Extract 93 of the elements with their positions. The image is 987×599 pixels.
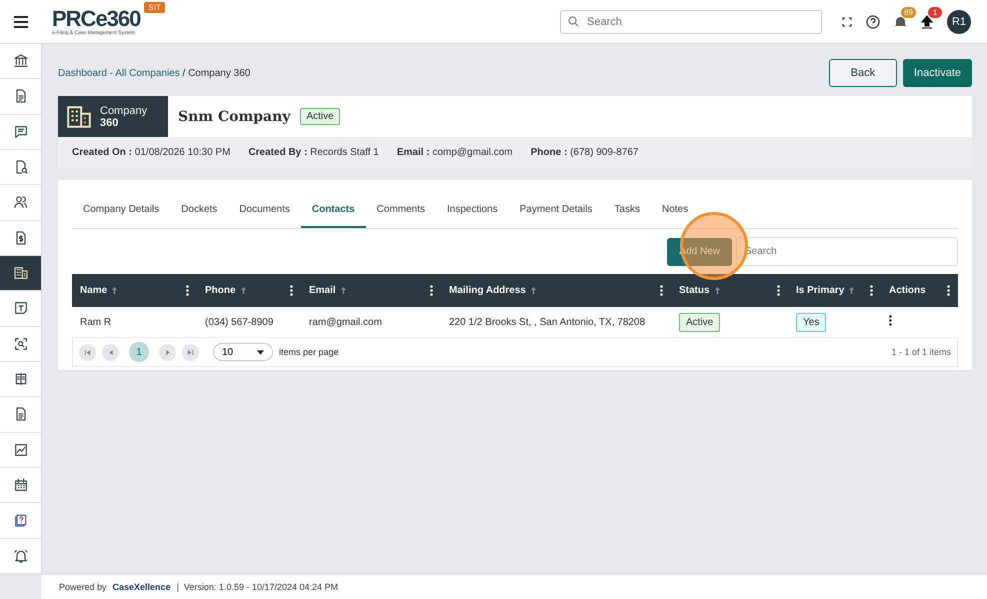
meta-field: Phone : (678) 909-8767 <box>530 147 638 158</box>
people-icon <box>12 194 28 210</box>
column-menu-icon[interactable] <box>947 285 950 296</box>
menu-icon[interactable] <box>13 16 29 28</box>
scan-icon <box>12 336 28 352</box>
column-menu-icon[interactable] <box>186 285 189 296</box>
column-header[interactable]: Mailing Address <box>449 285 526 296</box>
bell-icon <box>12 548 28 564</box>
column-menu-icon[interactable] <box>290 285 293 296</box>
tab[interactable]: Comments <box>366 192 436 228</box>
building-icon <box>12 265 28 282</box>
previous-page-button[interactable] <box>102 344 119 360</box>
column-header[interactable]: Actions <box>889 285 926 296</box>
status-tag: Active <box>300 108 340 125</box>
sort-arrow-icon[interactable] <box>240 287 246 294</box>
chat-icon <box>12 124 28 140</box>
table-cell: (034) 567-8909 <box>197 307 301 338</box>
tab[interactable]: Documents <box>228 192 301 228</box>
meta-field: Created On : 01/08/2026 10:30 PM <box>72 147 230 158</box>
search-field[interactable]: Search <box>560 10 822 34</box>
first-page-icon <box>84 348 91 356</box>
caret-icon <box>257 350 264 354</box>
column-header[interactable]: Name <box>80 285 108 296</box>
column-menu-icon[interactable] <box>430 285 433 296</box>
back-button[interactable]: Back <box>828 59 897 87</box>
sidebar-item[interactable] <box>0 326 41 362</box>
badge-number: 360 <box>100 116 120 128</box>
calendar-icon <box>12 477 28 494</box>
sidebar-item[interactable] <box>0 538 41 574</box>
environment-badge: SIT <box>144 2 165 12</box>
meta-field: Email : comp@gmail.com <box>396 147 513 158</box>
page-size-dropdown[interactable]: 10 <box>213 343 273 361</box>
tab[interactable]: Payment Details <box>508 192 604 228</box>
status-tag: Active <box>679 312 720 332</box>
primary-tag: Yes <box>796 312 826 332</box>
tab[interactable]: Notes <box>650 192 700 228</box>
column-menu-icon[interactable] <box>660 285 663 296</box>
logo: PRCe360 <box>52 8 140 30</box>
table-cell: ram@gmail.com <box>301 307 441 338</box>
company-name: Snm Company <box>178 108 290 124</box>
help-icon[interactable] <box>866 14 880 28</box>
row-menu-icon[interactable] <box>889 315 892 326</box>
brand-name: CaseXellence <box>112 582 171 592</box>
table-cell: 220 1/2 Brooks St, , San Antonio, TX, 78208 <box>441 307 671 338</box>
note-icon <box>12 300 28 316</box>
last-page-button[interactable] <box>182 344 199 360</box>
tab[interactable]: Contacts <box>300 192 366 228</box>
column-header[interactable]: Is Primary <box>796 285 844 296</box>
chart-icon <box>12 442 28 458</box>
last-page-icon <box>187 348 194 356</box>
upload-icon[interactable] <box>921 14 933 28</box>
sidebar-item[interactable] <box>0 220 41 256</box>
sidebar-item[interactable] <box>0 114 41 150</box>
sort-arrow-icon[interactable] <box>112 287 118 294</box>
tab[interactable]: Company Details <box>72 192 170 228</box>
bank-icon <box>12 53 28 70</box>
column-menu-icon[interactable] <box>870 285 873 296</box>
bell-icon[interactable] <box>894 14 907 28</box>
tab[interactable]: Dockets <box>170 192 228 228</box>
sort-arrow-icon[interactable] <box>530 287 536 294</box>
user-avatar[interactable]: R1 <box>947 10 971 34</box>
tab[interactable]: Tasks <box>603 192 651 228</box>
help-icon <box>12 512 28 528</box>
pager-summary: 1 - 1 of 1 items <box>891 347 951 357</box>
version-text: | Version: 1.0.59 - 10/17/2024 04:24 PM <box>176 582 338 592</box>
sidebar-item[interactable] <box>0 256 41 292</box>
breadcrumb-current: / Company 360 <box>182 68 250 78</box>
notification-count: 89 <box>901 6 916 18</box>
sort-arrow-icon[interactable] <box>714 287 720 294</box>
previous-page-icon <box>108 348 114 356</box>
meta-field: Created By : Records Staff 1 <box>248 147 379 158</box>
next-page-button[interactable] <box>159 344 176 360</box>
next-page-icon <box>164 348 170 356</box>
tab[interactable]: Inspections <box>436 192 509 228</box>
sort-arrow-icon[interactable] <box>340 287 346 294</box>
badge-label: Company <box>100 104 148 116</box>
sort-arrow-icon[interactable] <box>849 287 854 294</box>
breadcrumb-link[interactable]: Dashboard - All Companies <box>58 68 180 78</box>
search-icon <box>568 16 579 27</box>
page-number[interactable]: 1 <box>129 342 149 362</box>
column-header[interactable]: Phone <box>205 285 236 296</box>
table-cell: Ram R <box>72 307 197 338</box>
building-icon <box>66 104 92 128</box>
fullscreen-icon[interactable] <box>842 16 852 26</box>
column-header[interactable]: Email <box>309 285 336 296</box>
upload-count: 1 <box>928 6 942 18</box>
sidebar-item[interactable] <box>0 432 41 468</box>
column-header[interactable]: Status <box>679 285 710 296</box>
column-menu-icon[interactable] <box>777 285 780 296</box>
footer-text: Powered by <box>59 582 107 592</box>
inactivate-button[interactable]: Inactivate <box>902 59 972 87</box>
page-size-label: items per page <box>279 347 339 357</box>
first-page-button[interactable] <box>79 344 96 360</box>
